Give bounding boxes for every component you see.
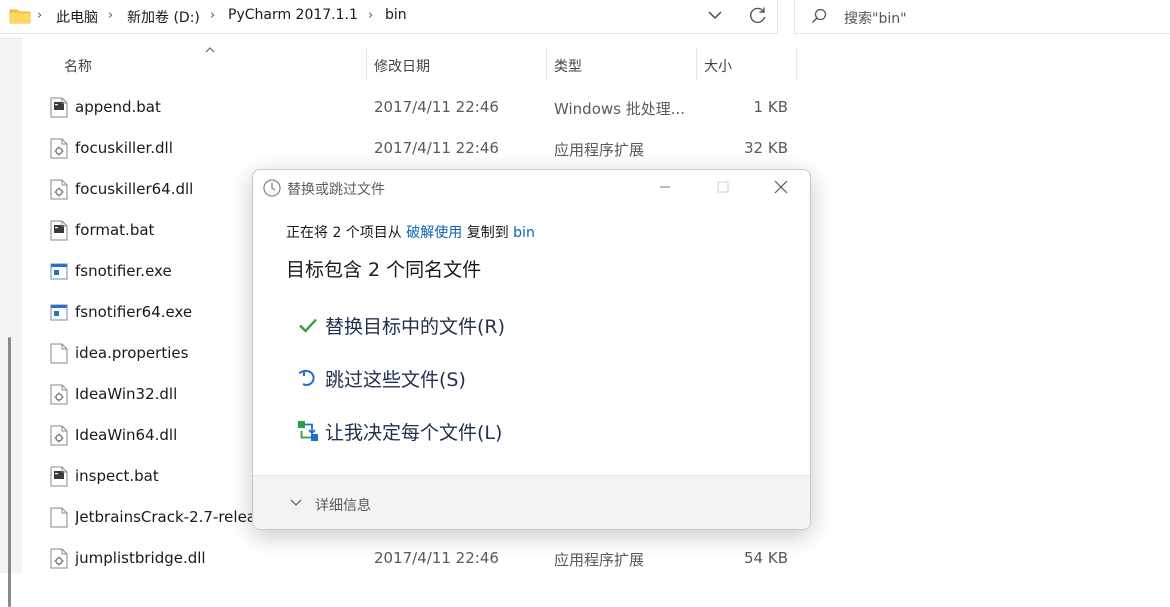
source-folder-link[interactable]: 破解使用 bbox=[406, 225, 462, 241]
dll-file-icon bbox=[50, 179, 68, 200]
chevron-right-icon: › bbox=[210, 8, 216, 23]
chevron-right-icon: › bbox=[368, 8, 374, 23]
file-row[interactable]: focuskiller.dll 2017/4/11 22:46 应用程序扩展 32 K… bbox=[40, 128, 800, 169]
decide-each-icon bbox=[298, 421, 318, 441]
column-header-name[interactable]: 名称 bbox=[64, 56, 92, 76]
breadcrumb-pycharm[interactable]: PyCharm 2017.1.1 bbox=[228, 7, 358, 23]
text-file-icon bbox=[50, 343, 68, 364]
file-date: 2017/4/11 22:46 bbox=[374, 549, 499, 567]
batch-file-icon bbox=[50, 466, 68, 487]
file-name: JetbrainsCrack-2.7-release bbox=[75, 508, 258, 526]
breadcrumb-bin[interactable]: bin bbox=[385, 7, 407, 23]
file-type: 应用程序扩展 bbox=[554, 141, 645, 159]
file-name: append.bat bbox=[75, 98, 161, 116]
file-name: fsnotifier64.exe bbox=[75, 303, 193, 321]
file-date: 2017/4/11 22:46 bbox=[374, 139, 499, 157]
exe-file-icon bbox=[50, 302, 68, 323]
skip-arrow-icon bbox=[298, 369, 315, 386]
option-label: 替换目标中的文件(R) bbox=[325, 316, 506, 338]
file-size: 54 KB bbox=[744, 549, 788, 567]
option-label: 让我决定每个文件(L) bbox=[325, 422, 503, 444]
column-divider[interactable] bbox=[696, 48, 697, 80]
dll-file-icon bbox=[50, 138, 68, 159]
more-details-button[interactable]: 详细信息 bbox=[315, 495, 371, 515]
dll-file-icon bbox=[50, 425, 68, 446]
folder-icon bbox=[9, 9, 31, 24]
file-name: jumplistbridge.dll bbox=[75, 549, 206, 567]
column-header-modified[interactable]: 修改日期 bbox=[374, 56, 430, 76]
column-divider[interactable] bbox=[366, 48, 367, 80]
dll-file-icon bbox=[50, 548, 68, 569]
file-type: 应用程序扩展 bbox=[554, 551, 645, 569]
file-name: format.bat bbox=[75, 221, 155, 239]
refresh-icon[interactable] bbox=[748, 5, 768, 25]
destination-folder-link[interactable]: bin bbox=[513, 225, 535, 241]
scrollbar[interactable] bbox=[8, 337, 11, 607]
file-name: idea.properties bbox=[75, 344, 189, 362]
file-name: inspect.bat bbox=[75, 467, 159, 485]
navigation-pane-edge bbox=[0, 37, 22, 607]
close-icon[interactable] bbox=[773, 179, 789, 195]
column-header-size[interactable]: 大小 bbox=[704, 56, 732, 76]
chevron-down-icon[interactable] bbox=[289, 498, 303, 508]
column-header-type[interactable]: 类型 bbox=[554, 56, 582, 76]
option-label: 跳过这些文件(S) bbox=[325, 369, 466, 391]
checkmark-icon bbox=[299, 318, 317, 333]
search-input[interactable]: 搜索"bin" bbox=[844, 8, 907, 28]
batch-file-icon bbox=[50, 97, 68, 118]
file-type: Windows 批处理... bbox=[554, 100, 686, 118]
skip-files-option[interactable]: 跳过这些文件(S) bbox=[297, 362, 497, 394]
search-icon bbox=[812, 8, 827, 23]
file-size: 1 KB bbox=[753, 98, 788, 116]
file-row[interactable]: append.bat 2017/4/11 22:46 Windows 批处理... 1… bbox=[40, 87, 800, 128]
copy-status-prefix: 正在将 2 个项目从 bbox=[286, 225, 407, 241]
file-name: focuskiller.dll bbox=[75, 139, 173, 157]
chevron-down-icon[interactable] bbox=[706, 6, 724, 24]
search-box[interactable]: 搜索"bin" bbox=[794, 0, 1170, 34]
replace-files-option[interactable]: 替换目标中的文件(R) bbox=[297, 309, 537, 341]
file-size: 32 KB bbox=[744, 139, 788, 157]
file-date: 2017/4/11 22:46 bbox=[374, 98, 499, 116]
breadcrumb-this-pc[interactable]: 此电脑 bbox=[56, 7, 98, 27]
dll-file-icon bbox=[50, 384, 68, 405]
column-divider[interactable] bbox=[796, 48, 797, 80]
exe-file-icon bbox=[50, 261, 68, 282]
clock-icon bbox=[263, 179, 281, 197]
batch-file-icon bbox=[50, 220, 68, 241]
dialog-heading: 目标包含 2 个同名文件 bbox=[286, 259, 482, 281]
decide-each-file-option[interactable]: 让我决定每个文件(L) bbox=[297, 415, 537, 447]
minimize-icon[interactable] bbox=[657, 179, 673, 195]
dialog-footer: 详细信息 bbox=[253, 475, 810, 529]
text-file-icon bbox=[50, 507, 68, 528]
replace-or-skip-dialog: 替换或跳过文件 正在将 2 个项目从 破解使用 复制到 bin 目标包含 2 个… bbox=[252, 169, 811, 530]
copy-status-text: 正在将 2 个项目从 破解使用 复制到 bin bbox=[286, 222, 535, 242]
address-bar[interactable]: › 此电脑 › 新加卷 (D:) › PyCharm 2017.1.1 › bi… bbox=[0, 0, 778, 34]
copy-status-mid: 复制到 bbox=[462, 225, 514, 241]
dialog-title: 替换或跳过文件 bbox=[287, 182, 385, 198]
file-name: focuskiller64.dll bbox=[75, 180, 194, 198]
address-bar-row: › 此电脑 › 新加卷 (D:) › PyCharm 2017.1.1 › bi… bbox=[0, 0, 1170, 37]
chevron-right-icon: › bbox=[108, 8, 114, 23]
file-name: IdeaWin32.dll bbox=[75, 385, 178, 403]
maximize-icon bbox=[717, 181, 729, 193]
sort-ascending-icon bbox=[205, 47, 215, 53]
column-divider[interactable] bbox=[546, 48, 547, 80]
chevron-right-icon: › bbox=[37, 8, 43, 23]
file-name: fsnotifier.exe bbox=[75, 262, 172, 280]
file-name: IdeaWin64.dll bbox=[75, 426, 178, 444]
breadcrumb-drive[interactable]: 新加卷 (D:) bbox=[127, 7, 200, 27]
